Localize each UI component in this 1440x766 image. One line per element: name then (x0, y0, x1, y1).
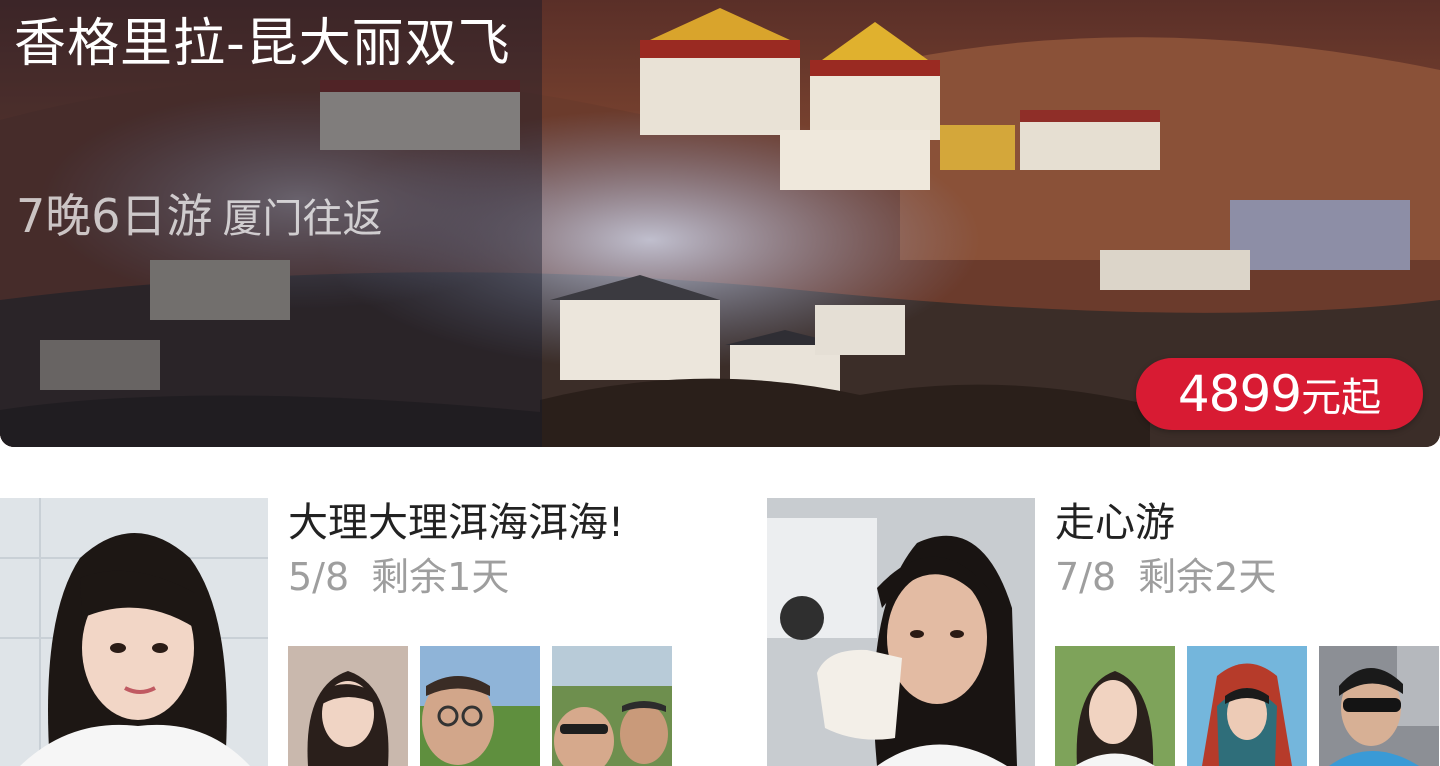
member-avatar[interactable] (1055, 646, 1175, 766)
price-amount: 4899 (1177, 365, 1302, 423)
price-unit: 元起 (1301, 375, 1382, 421)
group-meta: 7/8 剩余2天 (1055, 554, 1276, 600)
price-badge: 4899 元起 (1136, 358, 1423, 430)
member-avatar[interactable] (1187, 646, 1307, 766)
group-card[interactable]: 走心游 7/8 剩余2天 (767, 498, 1440, 766)
trip-banner[interactable]: 香格里拉-昆大丽双飞 7晚6日游 厦门往返 4899 元起 (0, 0, 1440, 447)
member-avatar[interactable] (288, 646, 408, 766)
days-remaining: 剩余1天 (371, 555, 510, 599)
group-title: 大理大理洱海洱海! (288, 500, 625, 546)
member-avatar[interactable] (420, 646, 540, 766)
organizer-avatar[interactable] (0, 498, 268, 766)
group-meta: 5/8 剩余1天 (288, 554, 509, 600)
days-remaining: 剩余2天 (1138, 555, 1277, 599)
member-count: 5/8 (288, 555, 350, 599)
trip-title: 香格里拉-昆大丽双飞 (14, 14, 511, 74)
group-card[interactable]: 大理大理洱海洱海! 5/8 剩余1天 (0, 498, 740, 766)
trip-subtitle: 7晚6日游 厦门往返 (16, 180, 383, 246)
trip-duration: 7晚6日游 (16, 189, 213, 243)
member-avatar[interactable] (1319, 646, 1439, 766)
organizer-avatar[interactable] (767, 498, 1035, 766)
trip-route: 厦门往返 (222, 196, 383, 242)
member-avatar[interactable] (552, 646, 672, 766)
member-count: 7/8 (1055, 555, 1117, 599)
group-title: 走心游 (1055, 500, 1175, 546)
